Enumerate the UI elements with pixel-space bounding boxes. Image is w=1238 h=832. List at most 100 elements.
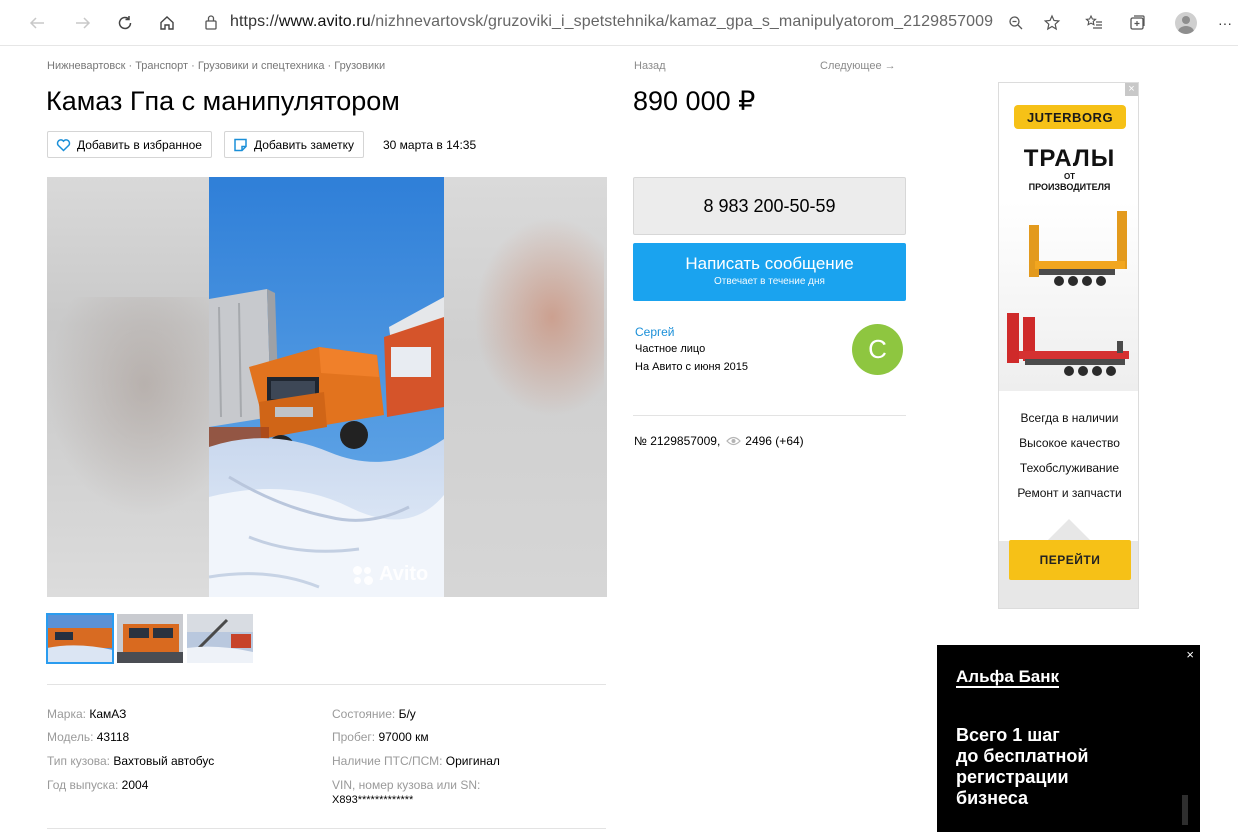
eye-icon	[726, 436, 742, 446]
show-phone-button[interactable]: 8 983 200-50-59	[633, 177, 906, 235]
banner-sub1: ОТ	[1063, 172, 1076, 181]
param-brand: Марка: КамАЗ	[47, 707, 126, 721]
params-divider-bottom	[47, 828, 606, 829]
param-body-type: Тип кузова: Вахтовый автобус	[47, 754, 214, 768]
breadcrumb[interactable]: Нижневартовск · Транспорт · Грузовики и …	[47, 60, 385, 72]
alfa-line-3: регистрации	[956, 767, 1069, 787]
param-vin-value: X893*************	[332, 794, 414, 806]
favorite-star-icon[interactable]	[1039, 10, 1065, 36]
profile-avatar-icon[interactable]	[1175, 12, 1197, 34]
avito-logo-icon	[353, 565, 375, 585]
banner2-legal-mark	[1182, 795, 1188, 825]
banner-headline: ТРАЛЫ	[1023, 145, 1116, 172]
juterborg-logo: JUTERBORG	[1014, 105, 1126, 129]
seller-avatar-letter: С	[868, 334, 887, 364]
alfa-bank-logo: Альфа Банк	[956, 667, 1060, 688]
banner-go-button[interactable]: ПЕРЕЙТИ	[1009, 540, 1131, 580]
params-divider-top	[47, 684, 606, 685]
phone-number: 8 983 200-50-59	[703, 195, 836, 216]
param-body-type-key: Тип кузова:	[47, 754, 111, 768]
banner-feature-2: Высокое качество	[1019, 436, 1120, 450]
param-year-key: Год выпуска:	[47, 778, 119, 792]
add-to-favorites-button[interactable]: Добавить в избранное	[47, 131, 212, 158]
param-condition-key: Состояние:	[332, 707, 396, 721]
thumbnail-3[interactable]	[187, 614, 253, 663]
add-note-button[interactable]: Добавить заметку	[224, 131, 364, 158]
param-model: Модель: 43118	[47, 730, 129, 744]
avito-watermark-text: Avito	[379, 563, 429, 585]
alfa-bank-banner[interactable]: × Альфа Банк Всего 1 шаг до бесплатной р…	[937, 645, 1200, 832]
param-brand-value: КамАЗ	[89, 707, 127, 721]
param-mileage-key: Пробег:	[332, 730, 376, 744]
param-brand-key: Марка:	[47, 707, 86, 721]
banner-feature-3: Техобслуживание	[1019, 461, 1120, 475]
param-mileage-value: 97000 км	[378, 730, 429, 744]
forward-arrow-icon[interactable]	[70, 10, 96, 36]
url-host: www.avito.ru	[278, 13, 371, 30]
param-model-value: 43118	[96, 730, 130, 744]
banner2-close-icon[interactable]: ×	[1186, 647, 1194, 662]
url-scheme: https://	[230, 13, 279, 30]
add-note-label: Добавить заметку	[254, 137, 354, 152]
seller-divider	[633, 415, 906, 416]
more-menu-label: ···	[1218, 15, 1232, 31]
alfa-line-4: бизнеса	[956, 788, 1029, 808]
photo-gallery[interactable]: Avito	[47, 177, 607, 597]
views-count: 2496 (+64)	[745, 434, 804, 448]
ad-number: № 2129857009,	[634, 434, 721, 448]
banner-feature-1: Всегда в наличии	[1020, 411, 1119, 425]
ad-info: № 2129857009, 2496 (+64)	[634, 434, 804, 448]
write-message-button[interactable]: Написать сообщение Отвечает в течение дн…	[633, 243, 906, 301]
param-pts: Наличие ПТС/ПСМ: Оригинал	[332, 754, 500, 768]
banner-close-icon[interactable]: ×	[1125, 83, 1138, 96]
zoom-icon[interactable]	[1003, 10, 1029, 36]
param-vin: VIN, номер кузова или SN: X893**********…	[332, 778, 480, 807]
write-message-label: Написать сообщение	[685, 254, 854, 273]
address-bar[interactable]: https://www.avito.ru/nizhnevartovsk/gruz…	[230, 13, 993, 31]
back-link[interactable]: Назад	[634, 60, 666, 72]
param-pts-key: Наличие ПТС/ПСМ:	[332, 754, 443, 768]
param-model-key: Модель:	[47, 730, 94, 744]
param-condition-value: Б/у	[398, 707, 416, 721]
avito-watermark: Avito	[353, 563, 428, 586]
juterborg-banner[interactable]: × JUTERBORG ТРАЛЫ ОТ ПРОИЗВОДИТЕЛЯ Всегд…	[998, 82, 1139, 609]
gallery-blur-left	[47, 177, 209, 597]
main-photo[interactable]: Avito	[209, 177, 444, 597]
param-condition: Состояние: Б/у	[332, 707, 416, 721]
next-link[interactable]: Следующее →	[820, 60, 896, 72]
banner-sub2: ПРОИЗВОДИТЕЛЯ	[1028, 182, 1111, 192]
back-arrow-icon[interactable]	[24, 10, 50, 36]
url-path: /nizhnevartovsk/gruzoviki_i_spetstehnika…	[370, 13, 994, 30]
favorites-list-icon[interactable]	[1081, 10, 1107, 36]
note-icon	[234, 138, 247, 151]
param-year: Год выпуска: 2004	[47, 778, 148, 792]
thumbnail-1[interactable]	[46, 613, 114, 664]
seller-name-link[interactable]: Сергей	[635, 325, 675, 339]
reload-icon[interactable]	[112, 10, 138, 36]
page-title: Камаз Гпа с манипулятором	[46, 86, 400, 116]
add-to-favorites-label: Добавить в избранное	[77, 137, 202, 152]
lock-icon[interactable]	[204, 14, 218, 30]
param-pts-value: Оригинал	[445, 754, 500, 768]
banner-feature-4: Ремонт и запчасти	[1017, 486, 1122, 500]
collections-icon[interactable]	[1124, 10, 1150, 36]
price: 890 000 ₽	[633, 86, 756, 116]
truck-photo	[209, 177, 444, 597]
alfa-line-2: до бесплатной	[956, 746, 1089, 766]
alfa-line-1: Всего 1 шаг	[956, 725, 1060, 745]
seller-type: Частное лицо	[635, 343, 706, 355]
reply-time-label: Отвечает в течение дня	[714, 276, 825, 287]
thumbnail-2[interactable]	[117, 614, 183, 663]
banner-triangle	[1047, 519, 1091, 541]
home-icon[interactable]	[154, 10, 180, 36]
alfa-bank-message: Всего 1 шаг до бесплатной регистрации би…	[956, 725, 1088, 809]
param-mileage: Пробег: 97000 км	[332, 730, 429, 744]
more-menu-icon[interactable]: ···	[1212, 10, 1238, 36]
param-year-value: 2004	[121, 778, 149, 792]
trailer-images	[999, 201, 1138, 391]
seller-since: На Авито с июня 2015	[635, 361, 749, 373]
seller-avatar[interactable]: С	[852, 324, 903, 375]
param-body-type-value: Вахтовый автобус	[113, 754, 215, 768]
heart-icon	[56, 138, 71, 152]
param-vin-key: VIN, номер кузова или SN:	[332, 778, 481, 792]
